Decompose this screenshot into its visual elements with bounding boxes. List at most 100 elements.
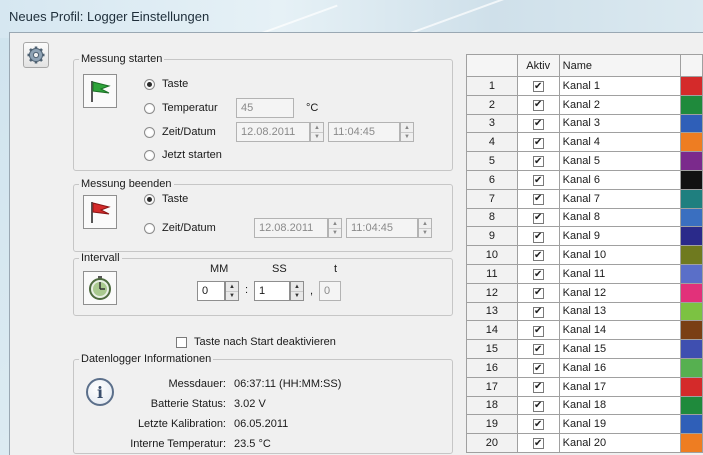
active-checkbox[interactable]: ✔ — [532, 306, 544, 318]
channel-color-swatch[interactable] — [680, 320, 703, 341]
channel-name[interactable]: Kanal 9 — [558, 226, 682, 247]
channel-color-swatch[interactable] — [680, 207, 703, 228]
table-row[interactable]: 14 ✔ Kanal 14 — [466, 320, 703, 341]
channel-color-swatch[interactable] — [680, 263, 703, 284]
table-row[interactable]: 7 ✔ Kanal 7 — [466, 188, 703, 209]
channel-name[interactable]: Kanal 18 — [558, 395, 682, 416]
disable-key-checkbox-row[interactable]: Taste nach Start deaktivieren — [176, 336, 336, 348]
table-row[interactable]: 8 ✔ Kanal 8 — [466, 207, 703, 228]
table-row[interactable]: 10 ✔ Kanal 10 — [466, 245, 703, 265]
channel-color-swatch[interactable] — [680, 433, 703, 453]
table-row[interactable]: 5 ✔ Kanal 5 — [466, 151, 703, 171]
channel-color-swatch[interactable] — [680, 282, 703, 303]
start-radio-temperatur[interactable]: Temperatur — [144, 102, 218, 114]
active-checkbox[interactable]: ✔ — [532, 400, 544, 412]
active-checkbox[interactable]: ✔ — [532, 231, 544, 243]
tenths-field[interactable]: 0 — [319, 281, 341, 301]
channel-color-swatch[interactable] — [680, 395, 703, 416]
header-name[interactable]: Name — [558, 54, 682, 77]
channel-color-swatch[interactable] — [680, 151, 703, 171]
active-checkbox[interactable]: ✔ — [532, 250, 544, 262]
channel-color-swatch[interactable] — [680, 301, 703, 322]
seconds-spinner[interactable]: ▲ ▼ — [290, 281, 304, 301]
table-row[interactable]: 1 ✔ Kanal 1 — [466, 76, 703, 96]
channel-name[interactable]: Kanal 16 — [558, 357, 682, 378]
active-checkbox[interactable]: ✔ — [532, 287, 544, 299]
channel-name[interactable]: Kanal 5 — [558, 151, 682, 171]
table-row[interactable]: 15 ✔ Kanal 15 — [466, 339, 703, 359]
table-row[interactable]: 6 ✔ Kanal 6 — [466, 169, 703, 190]
start-time-spinner[interactable]: ▲ ▼ — [400, 122, 414, 142]
channel-name[interactable]: Kanal 10 — [558, 245, 682, 265]
stop-date-spinner[interactable]: ▲ ▼ — [328, 218, 342, 238]
table-row[interactable]: 17 ✔ Kanal 17 — [466, 376, 703, 397]
table-row[interactable]: 18 ✔ Kanal 18 — [466, 395, 703, 416]
start-date-field[interactable]: 12.08.2011 — [236, 122, 310, 142]
channel-name[interactable]: Kanal 14 — [558, 320, 682, 341]
active-checkbox[interactable]: ✔ — [532, 175, 544, 187]
start-radio-zeit[interactable]: Zeit/Datum — [144, 126, 216, 138]
stop-radio-taste[interactable]: Taste — [144, 193, 188, 205]
table-row[interactable]: 13 ✔ Kanal 13 — [466, 301, 703, 322]
settings-button[interactable] — [23, 42, 49, 68]
minutes-spinner[interactable]: ▲ ▼ — [225, 281, 239, 301]
channel-color-swatch[interactable] — [680, 226, 703, 247]
channel-color-swatch[interactable] — [680, 414, 703, 435]
disable-key-checkbox[interactable] — [176, 336, 187, 348]
stop-time-field[interactable]: 11:04:45 — [346, 218, 418, 238]
channel-name[interactable]: Kanal 19 — [558, 414, 682, 435]
active-checkbox[interactable]: ✔ — [532, 118, 544, 130]
active-checkbox[interactable]: ✔ — [532, 81, 544, 93]
table-row[interactable]: 16 ✔ Kanal 16 — [466, 357, 703, 378]
active-checkbox[interactable]: ✔ — [532, 137, 544, 149]
stop-time-spinner[interactable]: ▲ ▼ — [418, 218, 432, 238]
active-checkbox[interactable]: ✔ — [532, 193, 544, 205]
active-checkbox[interactable]: ✔ — [532, 419, 544, 431]
channel-name[interactable]: Kanal 2 — [558, 94, 682, 115]
table-row[interactable]: 2 ✔ Kanal 2 — [466, 94, 703, 115]
channel-color-swatch[interactable] — [680, 188, 703, 209]
header-aktiv[interactable]: Aktiv — [516, 54, 560, 77]
channel-color-swatch[interactable] — [680, 132, 703, 153]
temperature-field[interactable]: 45 — [236, 98, 294, 118]
channel-name[interactable]: Kanal 13 — [558, 301, 682, 322]
table-row[interactable]: 3 ✔ Kanal 3 — [466, 113, 703, 134]
active-checkbox[interactable]: ✔ — [532, 381, 544, 393]
channel-name[interactable]: Kanal 7 — [558, 188, 682, 209]
channel-color-swatch[interactable] — [680, 76, 703, 96]
channel-color-swatch[interactable] — [680, 169, 703, 190]
channel-name[interactable]: Kanal 4 — [558, 132, 682, 153]
table-row[interactable]: 11 ✔ Kanal 11 — [466, 263, 703, 284]
table-row[interactable]: 12 ✔ Kanal 12 — [466, 282, 703, 303]
active-checkbox[interactable]: ✔ — [532, 344, 544, 356]
channel-color-swatch[interactable] — [680, 339, 703, 359]
channel-name[interactable]: Kanal 12 — [558, 282, 682, 303]
channel-color-swatch[interactable] — [680, 357, 703, 378]
start-radio-taste[interactable]: Taste — [144, 78, 188, 90]
channel-name[interactable]: Kanal 8 — [558, 207, 682, 228]
start-date-spinner[interactable]: ▲ ▼ — [310, 122, 324, 142]
table-row[interactable]: 9 ✔ Kanal 9 — [466, 226, 703, 247]
channel-name[interactable]: Kanal 20 — [558, 433, 682, 453]
start-time-field[interactable]: 11:04:45 — [328, 122, 400, 142]
active-checkbox[interactable]: ✔ — [532, 269, 544, 281]
active-checkbox[interactable]: ✔ — [532, 212, 544, 224]
table-row[interactable]: 4 ✔ Kanal 4 — [466, 132, 703, 153]
channel-color-swatch[interactable] — [680, 376, 703, 397]
channel-name[interactable]: Kanal 15 — [558, 339, 682, 359]
channel-name[interactable]: Kanal 11 — [558, 263, 682, 284]
table-row[interactable]: 19 ✔ Kanal 19 — [466, 414, 703, 435]
active-checkbox[interactable]: ✔ — [532, 325, 544, 337]
channel-name[interactable]: Kanal 3 — [558, 113, 682, 134]
seconds-field[interactable]: 1 — [254, 281, 290, 301]
minutes-field[interactable]: 0 — [197, 281, 225, 301]
table-row[interactable]: 20 ✔ Kanal 20 — [466, 433, 703, 453]
start-radio-jetzt[interactable]: Jetzt starten — [144, 149, 222, 161]
channel-name[interactable]: Kanal 17 — [558, 376, 682, 397]
channel-color-swatch[interactable] — [680, 245, 703, 265]
channel-name[interactable]: Kanal 1 — [558, 76, 682, 96]
channel-name[interactable]: Kanal 6 — [558, 169, 682, 190]
stop-radio-zeit[interactable]: Zeit/Datum — [144, 222, 216, 234]
channel-color-swatch[interactable] — [680, 113, 703, 134]
active-checkbox[interactable]: ✔ — [532, 438, 544, 450]
